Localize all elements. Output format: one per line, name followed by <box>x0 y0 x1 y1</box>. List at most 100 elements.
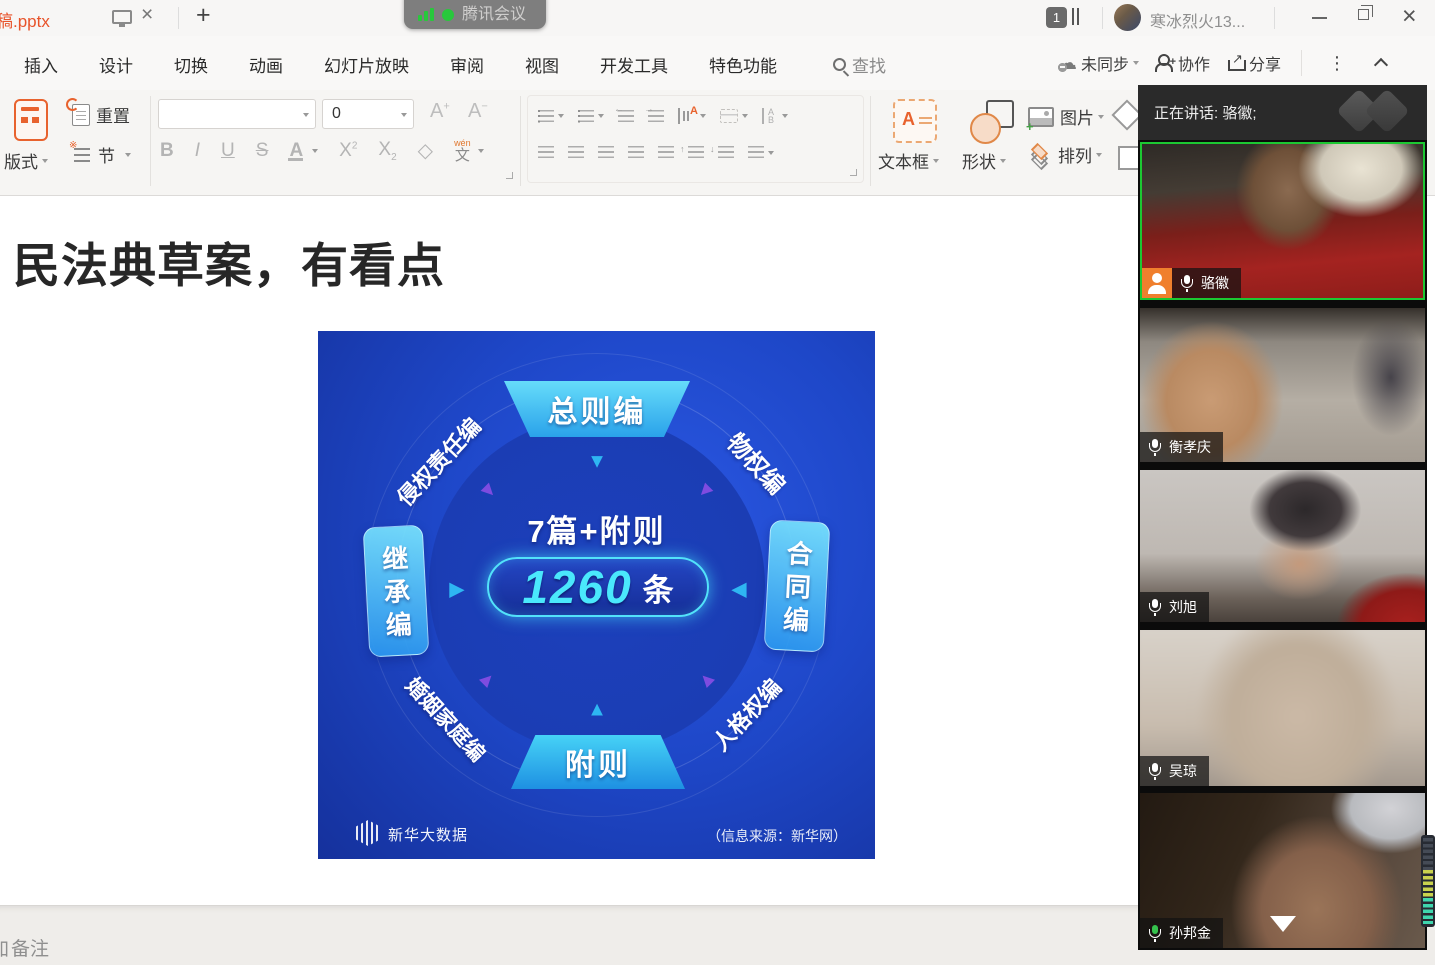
share-button[interactable]: 分享 <box>1249 51 1281 75</box>
textbox-icon[interactable]: A <box>893 99 937 143</box>
application-window: 稿.pptx × + 腾讯会议 1 寒冰烈火13... × 插入 设计 切换 动… <box>0 0 1435 965</box>
char-align-button[interactable]: AB <box>762 108 788 124</box>
font-name-dropdown-icon[interactable] <box>303 113 309 117</box>
menu-devtools[interactable]: 开发工具 <box>600 52 668 77</box>
meeting-logo-watermark <box>1364 88 1409 133</box>
shapes-icon[interactable] <box>970 98 1016 144</box>
source-credit: （信息来源：新华网） <box>707 826 847 846</box>
decrease-indent-button[interactable] <box>618 110 634 123</box>
font-dialog-launcher[interactable] <box>506 172 513 179</box>
scroll-participants-down-icon[interactable] <box>1270 916 1296 932</box>
distribute-button[interactable] <box>658 146 674 159</box>
slide-layout-icon[interactable] <box>14 99 48 141</box>
italic-button[interactable]: I <box>195 140 200 162</box>
frame-tool-icon[interactable] <box>1118 146 1140 170</box>
user-avatar[interactable] <box>1114 4 1141 31</box>
microphone-icon <box>1148 439 1162 456</box>
slide-title[interactable]: 民法典草案，有看点 <box>13 227 445 296</box>
decrease-font-button[interactable]: A− <box>468 100 488 123</box>
tab-list-icon[interactable] <box>1072 8 1082 30</box>
window-close-button[interactable]: × <box>1402 2 1417 31</box>
window-minimize-button[interactable] <box>1312 17 1327 19</box>
participant-name: 吴琼 <box>1169 761 1197 781</box>
speaking-banner: 正在讲话: 骆徽; <box>1154 102 1257 123</box>
microphone-active-icon <box>1148 925 1162 942</box>
numbered-list-button[interactable] <box>578 110 604 123</box>
signal-bars-icon <box>418 8 434 21</box>
line-spacing-button[interactable] <box>748 146 774 159</box>
placeholder-style-button[interactable] <box>720 109 748 123</box>
increase-indent-button[interactable] <box>648 110 664 123</box>
align-left-button[interactable] <box>538 146 554 159</box>
menu-design[interactable]: 设计 <box>99 52 133 77</box>
subscript-button[interactable]: X2 <box>378 139 396 163</box>
font-color-dropdown-icon[interactable] <box>312 149 318 153</box>
meeting-floating-bar[interactable]: 腾讯会议 <box>404 0 546 29</box>
collaborate-button[interactable]: 协作 <box>1178 51 1210 75</box>
paragraph-dialog-launcher[interactable] <box>850 169 857 176</box>
menu-insert[interactable]: 插入 <box>24 52 58 77</box>
align-right-button[interactable] <box>598 146 614 159</box>
menu-review[interactable]: 审阅 <box>450 52 484 77</box>
sync-dropdown-icon[interactable] <box>1133 61 1139 65</box>
layout-button[interactable]: 版式 <box>4 148 48 173</box>
picture-button[interactable]: 图片 <box>1028 104 1104 129</box>
infographic-caption: 7篇+附则 <box>318 506 875 551</box>
pinyin-dropdown-icon[interactable] <box>478 149 484 153</box>
pinyin-guide-button[interactable]: wén 文 <box>454 139 471 163</box>
find-button[interactable]: 查找 <box>833 52 886 77</box>
meeting-panel-header[interactable]: 正在讲话: 骆徽; <box>1138 85 1427 140</box>
document-tab[interactable]: 稿.pptx <box>0 7 50 32</box>
text-direction-button[interactable]: A <box>678 108 706 124</box>
article-count-pill: 1260 条 <box>487 557 709 617</box>
font-size-dropdown-icon[interactable] <box>401 113 407 117</box>
collapse-ribbon-icon[interactable] <box>1374 58 1388 72</box>
video-tile[interactable]: 骆徽 <box>1140 142 1425 300</box>
present-monitor-icon[interactable] <box>112 10 132 24</box>
meeting-pill-label: 腾讯会议 <box>462 0 526 24</box>
textbox-button[interactable]: 文本框 <box>878 148 939 173</box>
menu-special-features[interactable]: 特色功能 <box>709 52 777 77</box>
font-size-combobox[interactable]: 0 <box>322 99 414 129</box>
menu-animations[interactable]: 动画 <box>249 52 283 77</box>
recording-dot-icon <box>442 9 454 21</box>
bold-button[interactable]: B <box>160 140 174 162</box>
more-options-button[interactable]: ⋮ <box>1328 53 1346 74</box>
justify-button[interactable] <box>628 146 644 159</box>
shapes-button[interactable]: 形状 <box>962 148 1006 173</box>
superscript-button[interactable]: X2 <box>339 140 357 162</box>
char-align-icon: AB <box>762 108 778 124</box>
host-avatar-badge <box>1142 268 1172 298</box>
document-count-badge[interactable]: 1 <box>1046 7 1067 28</box>
sync-status-button[interactable]: 未同步 <box>1081 51 1129 75</box>
video-tile[interactable]: 衡孝庆 <box>1140 308 1425 462</box>
font-name-combobox[interactable] <box>158 99 316 129</box>
font-color-button[interactable]: A <box>289 140 303 162</box>
article-count-unit: 条 <box>643 565 674 610</box>
video-tile[interactable]: 刘旭 <box>1140 470 1425 622</box>
strikethrough-button[interactable]: S <box>256 140 269 162</box>
bullet-list-button[interactable] <box>538 110 564 123</box>
increase-font-button[interactable]: A+ <box>430 100 450 123</box>
arrange-button[interactable]: 排列 <box>1028 142 1102 167</box>
video-tile[interactable]: 吴琼 <box>1140 630 1425 786</box>
video-tile[interactable]: 孙邦金 <box>1140 793 1425 948</box>
section-button[interactable]: 节 <box>72 142 131 167</box>
underline-button[interactable]: U <box>221 140 235 162</box>
new-tab-button[interactable]: + <box>196 1 211 30</box>
meeting-video-panel: 正在讲话: 骆徽; 骆徽 衡孝庆 <box>1138 85 1427 950</box>
menu-slideshow[interactable]: 幻灯片放映 <box>324 52 409 77</box>
reset-button[interactable]: 重置 <box>72 102 130 127</box>
tab-close-icon[interactable]: × <box>141 3 153 27</box>
window-restore-button[interactable] <box>1358 9 1369 20</box>
align-center-button[interactable] <box>568 146 584 159</box>
microphone-icon <box>1148 763 1162 780</box>
menu-view[interactable]: 视图 <box>525 52 559 77</box>
spacing-increase-button[interactable] <box>688 146 704 159</box>
infographic-image[interactable]: 总则编 物权编 合同编 人格权编 附则 婚姻家庭编 继承编 侵权责任编 ▼ ▼ … <box>318 331 875 859</box>
menu-transitions[interactable]: 切换 <box>174 52 208 77</box>
spacing-decrease-button[interactable] <box>718 146 734 159</box>
account-name[interactable]: 寒冰烈火13... <box>1150 8 1245 32</box>
font-size-value: 0 <box>332 105 341 122</box>
clear-format-button[interactable]: ◇ <box>418 138 433 163</box>
